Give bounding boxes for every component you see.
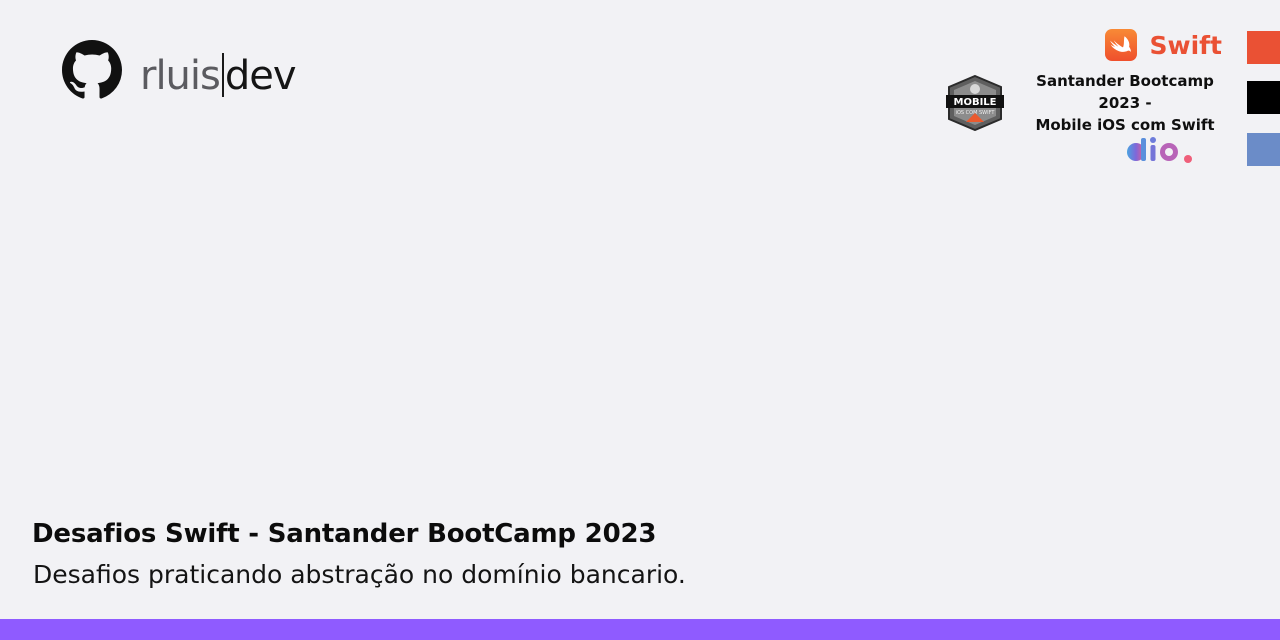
username-part-1: rluis — [140, 52, 221, 99]
dio-logo — [1125, 136, 1197, 166]
swift-label: Swift — [1149, 30, 1223, 60]
dio-logo-icon — [1127, 137, 1192, 163]
badge-text: MOBILE — [954, 97, 997, 108]
swift-badge: Swift — [1104, 29, 1223, 61]
owner-username: rluis dev — [140, 45, 297, 99]
github-icon — [62, 40, 122, 99]
repo-title: Desafios Swift - Santander BootCamp 2023 — [32, 519, 657, 549]
accent-bar-blue — [1247, 133, 1280, 166]
bootcamp-title-line-1: Santander Bootcamp 2023 - — [1036, 72, 1214, 112]
bootcamp-title: Santander Bootcamp 2023 - Mobile iOS com… — [1014, 70, 1236, 136]
swift-bird-icon — [1104, 29, 1137, 61]
bootcamp-block: MOBILE iOS COM SWIFT Santander Bootcamp … — [946, 70, 1236, 136]
owner-brand: rluis dev — [62, 40, 297, 100]
mobile-ios-badge-icon: MOBILE iOS COM SWIFT — [946, 75, 1004, 131]
accent-bar-black — [1247, 81, 1280, 114]
bootcamp-title-line-2: Mobile iOS com Swift — [1035, 116, 1215, 134]
repo-description: Desafios praticando abstração no domínio… — [33, 560, 686, 589]
footer-bar — [0, 619, 1280, 640]
accent-bar-orange — [1247, 31, 1280, 64]
username-part-2: dev — [224, 52, 297, 99]
username-cursor — [221, 52, 224, 97]
